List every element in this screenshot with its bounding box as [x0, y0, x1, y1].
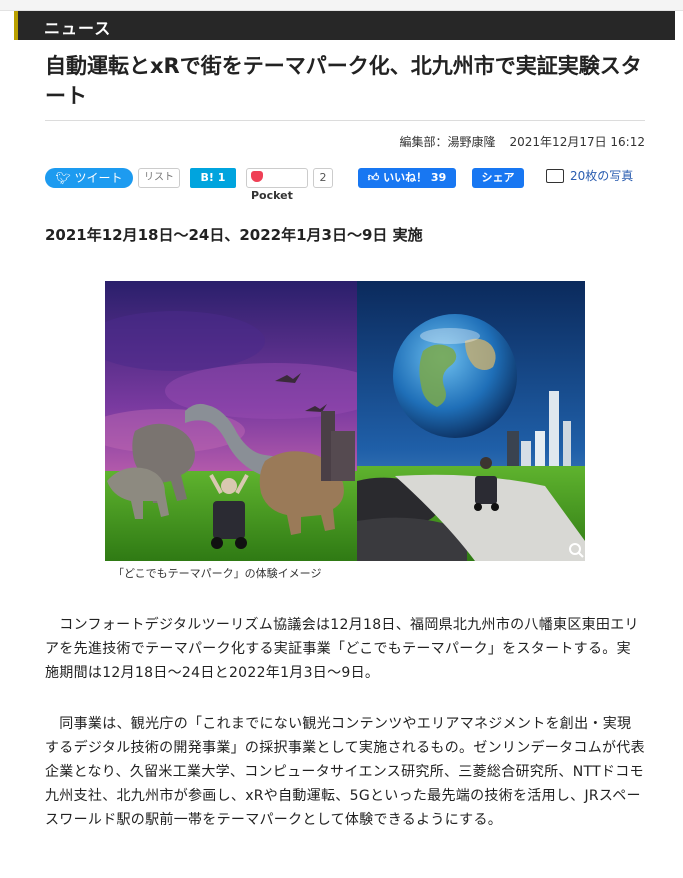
- editor-name: 編集部：湯野康隆: [399, 135, 496, 149]
- tweet-label: ツイート: [74, 171, 123, 185]
- hatena-bookmark-button[interactable]: B! 1: [190, 168, 236, 188]
- article-headline: 自動運転とxRで街をテーマパーク化、北九州市で実証実験スタート: [45, 54, 642, 108]
- article-page: ニュース 自動運転とxRで街をテーマパーク化、北九州市で実証実験スタート 編集部…: [0, 0, 683, 878]
- pocket-label: Pocket: [251, 189, 293, 202]
- thumbs-up-icon: 👍︎: [367, 171, 380, 184]
- image-caption: 「どこでもテーマパーク」の体験イメージ: [113, 567, 322, 580]
- photo-gallery-label: 20枚の写真: [570, 169, 634, 183]
- facebook-like-label: いいね！ 39: [383, 171, 447, 184]
- picture-icon: [546, 169, 564, 183]
- twitter-bird-icon: 🐦︎: [55, 171, 71, 185]
- article-paragraph-1: コンフォートデジタルツーリズム協議会は12月18日、福岡県北九州市の八幡東区東田…: [45, 617, 639, 681]
- article-subheading: 2021年12月18日〜24日、2022年1月3日〜9日 実施: [45, 226, 423, 244]
- headline-divider: [45, 120, 645, 121]
- theme-park-illustration: [105, 281, 585, 561]
- pocket-icon: [251, 171, 263, 182]
- section-label: ニュース: [44, 19, 112, 38]
- article-paragraph-2: 同事業は、観光庁の「これまでにない観光コンテンツやエリアマネジメントを創出・実現…: [45, 716, 645, 828]
- facebook-like-button[interactable]: 👍︎ いいね！ 39: [358, 168, 456, 188]
- section-header-bar: ニュース: [14, 11, 675, 40]
- pocket-count: 2: [313, 168, 333, 188]
- top-strip: [0, 0, 683, 11]
- byline: 編集部：湯野康隆 2021年12月17日 16:12: [400, 133, 646, 150]
- pocket-button[interactable]: Pocket: [246, 168, 308, 202]
- publish-date: 2021年12月17日 16:12: [509, 135, 645, 149]
- article-main-image[interactable]: [105, 281, 585, 561]
- photo-gallery-link[interactable]: 20枚の写真: [546, 167, 636, 185]
- tweet-button[interactable]: 🐦︎ ツイート: [45, 168, 133, 188]
- facebook-share-button[interactable]: シェア: [472, 168, 524, 188]
- twitter-list-button[interactable]: リスト: [138, 168, 180, 188]
